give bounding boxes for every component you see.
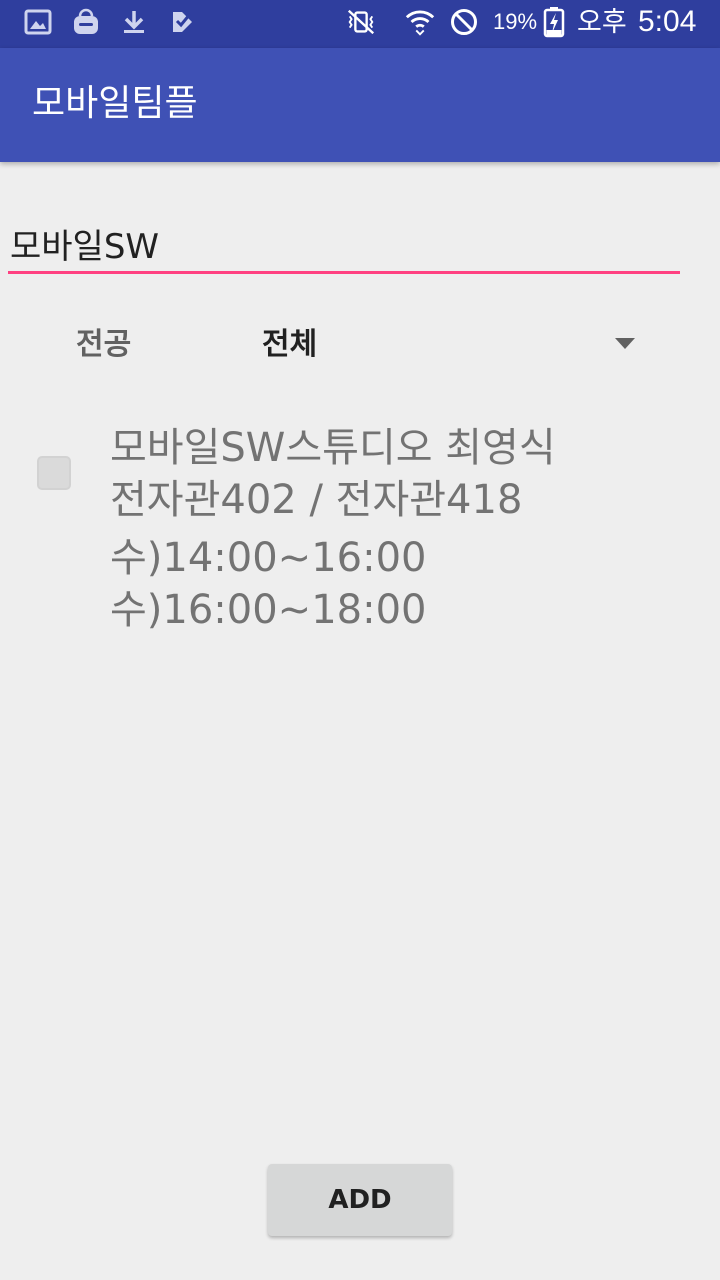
wifi-icon [404,6,436,38]
dropdown-arrow-icon [615,338,635,349]
course-rooms: 전자관402 / 전자관418 [110,477,523,523]
course-title: 모바일SW스튜디오 최영식 [110,425,556,471]
do-not-disturb-icon [448,6,480,38]
course-checkbox[interactable] [37,456,71,490]
clock: 5:04 [638,5,697,38]
status-bar: 19% 오후 5:04 [0,0,720,48]
download-icon [118,6,150,38]
team-name-input[interactable] [8,216,680,274]
course-time-1: 수)14:00~16:00 [110,535,427,581]
gallery-icon [22,6,54,38]
battery-charging-icon [538,6,570,38]
course-time-2: 수)16:00~18:00 [110,587,427,633]
vibrate-mute-icon [345,6,377,38]
battery-percent: 19% [493,9,538,34]
major-label: 전공 [76,327,132,362]
galaxy-apps-icon [70,6,102,38]
app-title: 모바일팀플 [32,83,198,124]
major-selected-value: 전체 [262,327,318,362]
app-bar: 모바일팀플 [0,48,720,162]
major-dropdown[interactable]: 전체 [240,310,650,380]
add-button[interactable]: ADD [268,1164,452,1236]
course-list-item[interactable]: 모바일SW스튜디오 최영식 전자관402 / 전자관418 수)14:00~16… [0,410,720,650]
clipboard-check-icon [166,6,198,38]
ampm-label: 오후 [577,7,627,37]
